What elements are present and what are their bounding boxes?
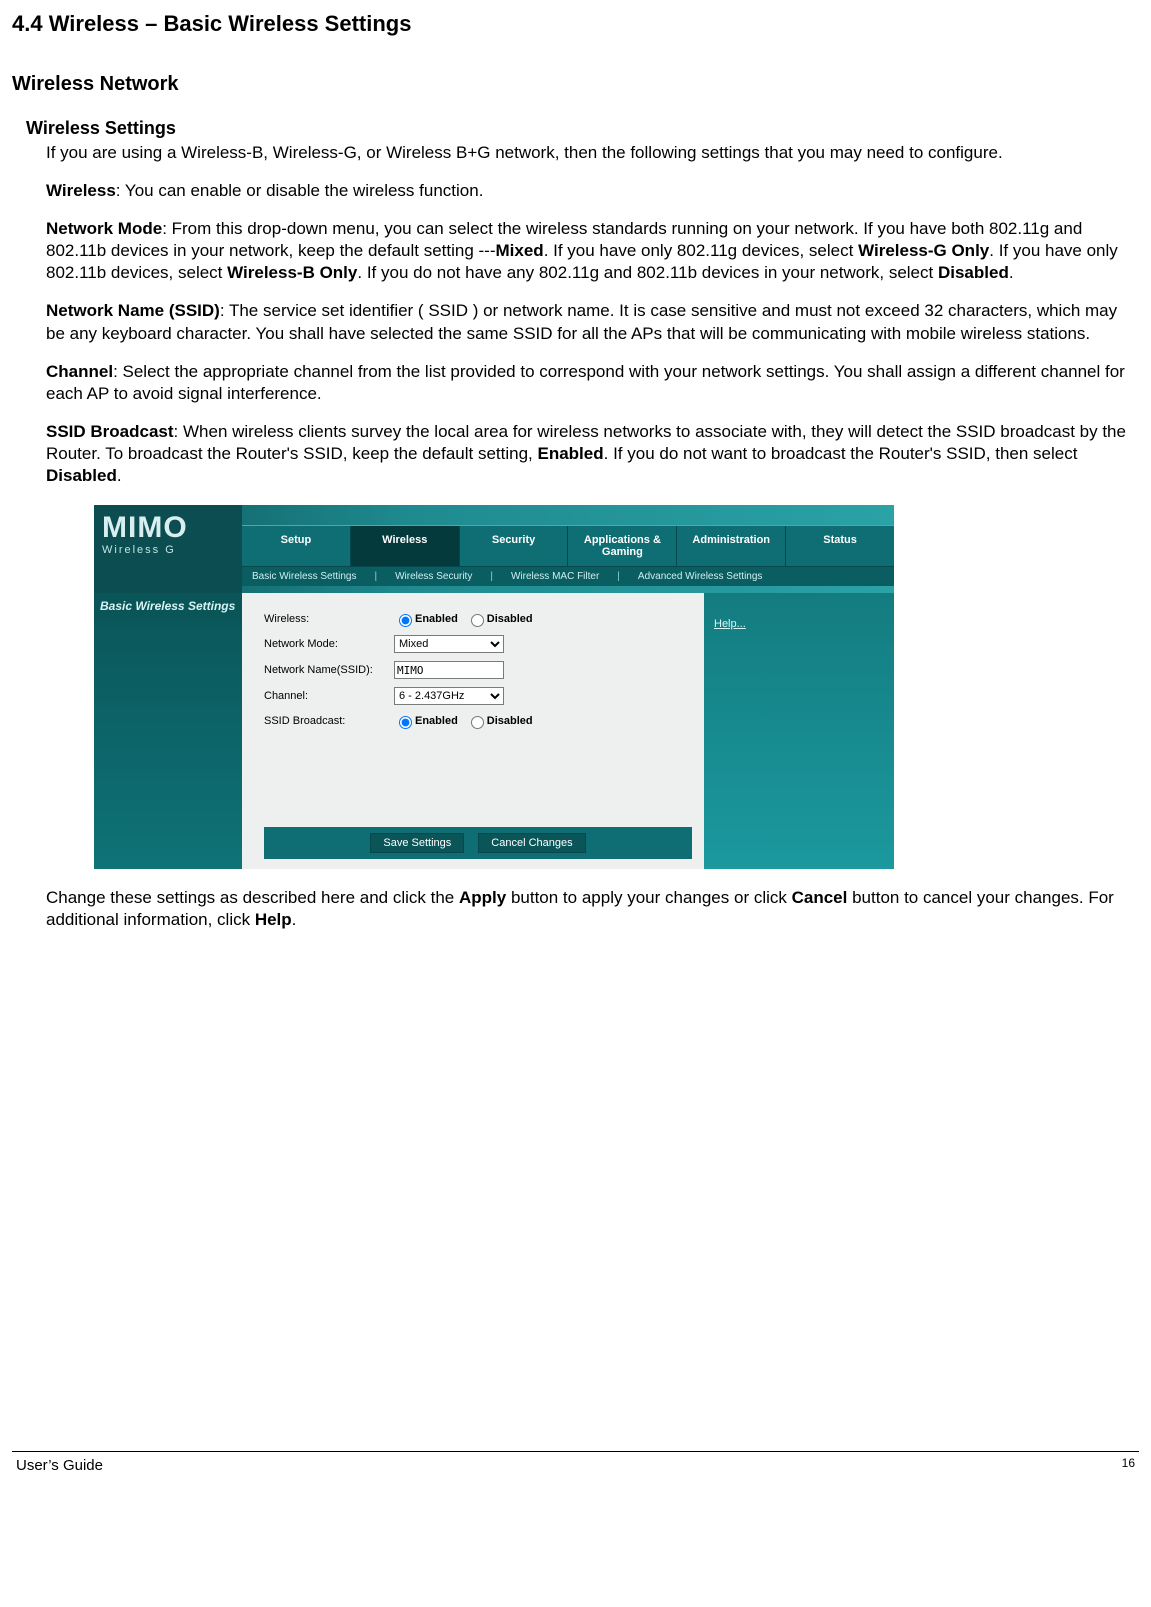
tab-status[interactable]: Status — [786, 526, 894, 566]
sub-tabs: Basic Wireless Settings| Wireless Securi… — [242, 567, 894, 586]
router-admin-screenshot: MIMO Wireless G Setup Wireless Security … — [94, 505, 894, 869]
term-channel: Channel — [46, 362, 113, 381]
subtab-wireless-mac-filter[interactable]: Wireless MAC Filter — [511, 570, 599, 583]
select-channel[interactable]: 6 - 2.437GHz — [394, 687, 504, 705]
select-network-mode[interactable]: Mixed — [394, 635, 504, 653]
tab-setup[interactable]: Setup — [242, 526, 351, 566]
tab-apps-gaming[interactable]: Applications & Gaming — [568, 526, 677, 566]
term-ssid: Network Name (SSID) — [46, 301, 220, 320]
subtab-advanced-wireless[interactable]: Advanced Wireless Settings — [638, 570, 763, 583]
term-network-mode: Network Mode — [46, 219, 162, 238]
panel-title: Basic Wireless Settings — [94, 593, 242, 621]
paragraph-channel: Channel: Select the appropriate channel … — [46, 361, 1139, 405]
def-wireless: : You can enable or disable the wireless… — [116, 181, 484, 200]
label-ssid: Network Name(SSID): — [264, 663, 394, 677]
radio-bcast-disabled[interactable] — [471, 716, 484, 729]
page-number: 16 — [1122, 1456, 1135, 1476]
intro-paragraph: If you are using a Wireless-B, Wireless-… — [46, 142, 1139, 164]
paragraph-wireless: Wireless: You can enable or disable the … — [46, 180, 1139, 202]
footer-title: User’s Guide — [16, 1456, 103, 1476]
tab-wireless[interactable]: Wireless — [351, 526, 460, 566]
page-footer: User’s Guide 16 — [12, 1451, 1139, 1482]
button-row: Save Settings Cancel Changes — [264, 827, 692, 859]
def-channel: : Select the appropriate channel from th… — [46, 362, 1125, 403]
cancel-changes-button[interactable]: Cancel Changes — [478, 833, 585, 853]
settings-form: Wireless: Enabled Disabled Network Mode:… — [242, 593, 704, 869]
heading-wireless-network: Wireless Network — [12, 71, 1139, 97]
logo-subtext: Wireless G — [94, 543, 242, 557]
subtab-wireless-security[interactable]: Wireless Security — [395, 570, 472, 583]
label-network-mode: Network Mode: — [264, 637, 394, 651]
main-tabs: Setup Wireless Security Applications & G… — [242, 525, 894, 567]
term-wireless: Wireless — [46, 181, 116, 200]
heading-wireless-settings: Wireless Settings — [26, 117, 1139, 140]
logo-box: MIMO Wireless G — [94, 505, 242, 593]
label-channel: Channel: — [264, 689, 394, 703]
subtab-basic-wireless[interactable]: Basic Wireless Settings — [252, 570, 356, 583]
tab-administration[interactable]: Administration — [677, 526, 786, 566]
paragraph-ssid: Network Name (SSID): The service set ide… — [46, 300, 1139, 344]
section-title: 4.4 Wireless – Basic Wireless Settings — [12, 10, 1139, 39]
label-ssid-broadcast: SSID Broadcast: — [264, 714, 394, 728]
label-wireless: Wireless: — [264, 612, 394, 626]
save-settings-button[interactable]: Save Settings — [370, 833, 464, 853]
radio-wireless-enabled[interactable] — [399, 614, 412, 627]
paragraph-network-mode: Network Mode: From this drop-down menu, … — [46, 218, 1139, 284]
tab-security[interactable]: Security — [460, 526, 569, 566]
paragraph-ssid-broadcast: SSID Broadcast: When wireless clients su… — [46, 421, 1139, 487]
outro-paragraph: Change these settings as described here … — [46, 887, 1139, 931]
help-panel: Help... — [704, 593, 894, 869]
term-ssid-broadcast: SSID Broadcast — [46, 422, 174, 441]
radio-bcast-enabled[interactable] — [399, 716, 412, 729]
input-ssid[interactable] — [394, 661, 504, 679]
help-link[interactable]: Help... — [714, 618, 746, 630]
radio-wireless-disabled[interactable] — [471, 614, 484, 627]
logo-text: MIMO — [94, 505, 242, 543]
